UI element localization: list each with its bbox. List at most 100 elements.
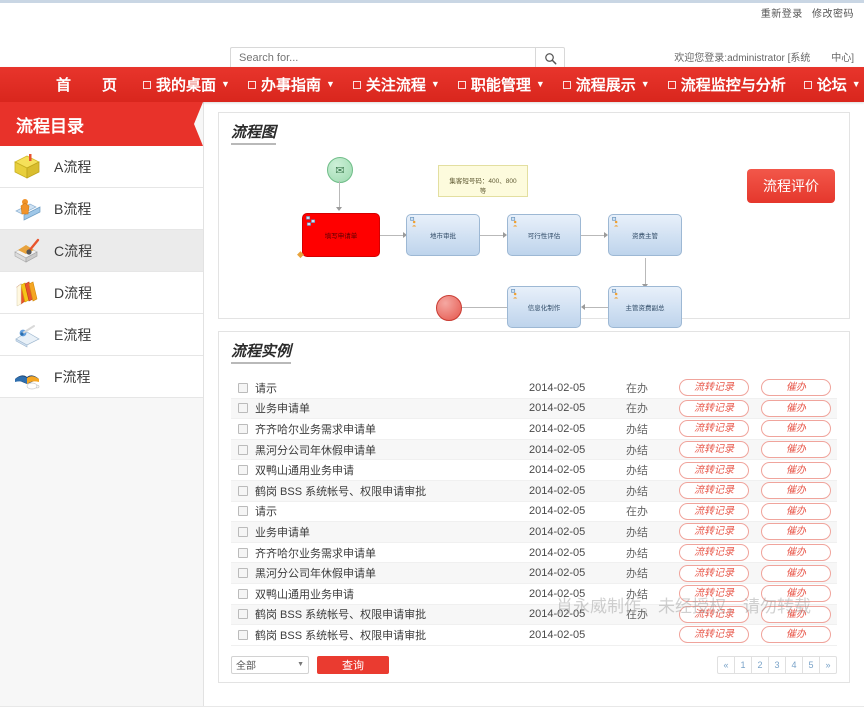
sidebar-item-e[interactable]: E流程: [0, 314, 203, 356]
row-checkbox[interactable]: [238, 403, 248, 414]
row-checkbox[interactable]: [238, 423, 248, 434]
flow-record-button[interactable]: 流转记录: [679, 502, 749, 520]
urge-button[interactable]: 催办: [761, 379, 831, 397]
flow-record-button[interactable]: 流转记录: [679, 441, 749, 459]
change-password-link[interactable]: 修改密码: [812, 9, 854, 20]
nav-item-guide[interactable]: 办事指南 ▼: [239, 67, 344, 102]
row-checkbox[interactable]: [238, 629, 248, 640]
row-date: 2014-02-05: [529, 484, 586, 497]
sidebar-item-c[interactable]: C流程: [0, 230, 203, 272]
page-2-button[interactable]: 2: [752, 655, 769, 674]
search-button[interactable]: [535, 47, 565, 69]
row-name: 请示: [255, 506, 277, 519]
flow-end-node[interactable]: [436, 295, 462, 321]
row-checkbox[interactable]: [238, 444, 248, 455]
flow-record-button[interactable]: 流转记录: [679, 626, 749, 644]
page-prev-button[interactable]: «: [717, 655, 735, 674]
row-checkbox[interactable]: [238, 547, 248, 558]
flow-record-button[interactable]: 流转记录: [679, 564, 749, 582]
urge-button[interactable]: 催办: [761, 420, 831, 438]
nav-item-process-display[interactable]: 流程展示 ▼: [554, 67, 659, 102]
urge-button[interactable]: 催办: [761, 399, 831, 417]
search-input[interactable]: [230, 47, 535, 69]
query-button[interactable]: 查询: [317, 655, 389, 674]
table-row[interactable]: 鹤岗 BSS 系统帐号、权限申请审批 2014-02-05 流转记录 催办: [231, 625, 837, 646]
process-evaluation-button[interactable]: 流程评价: [747, 169, 835, 203]
row-name: 黑河分公司年休假申请单: [255, 568, 376, 581]
urge-button[interactable]: 催办: [761, 564, 831, 582]
table-row[interactable]: 请示 2014-02-05 在办 流转记录 催办: [231, 502, 837, 523]
flow-record-button[interactable]: 流转记录: [679, 585, 749, 603]
urge-button[interactable]: 催办: [761, 441, 831, 459]
flow-record-button[interactable]: 流转记录: [679, 482, 749, 500]
table-row[interactable]: 齐齐哈尔业务需求申请单 2014-02-05 办结 流转记录 催办: [231, 543, 837, 564]
table-row[interactable]: 业务申请单 2014-02-05 办结 流转记录 催办: [231, 522, 837, 543]
urge-button[interactable]: 催办: [761, 482, 831, 500]
flow-node-tariff-manager[interactable]: 资费主管: [608, 214, 682, 256]
page-4-button[interactable]: 4: [786, 655, 803, 674]
page-next-button[interactable]: »: [820, 655, 837, 674]
nav-item-forum[interactable]: 论坛 ▼: [795, 67, 864, 102]
sidebar-item-d[interactable]: D流程: [0, 272, 203, 314]
page-3-button[interactable]: 3: [769, 655, 786, 674]
urge-button[interactable]: 催办: [761, 461, 831, 479]
table-row[interactable]: 齐齐哈尔业务需求申请单 2014-02-05 办结 流转记录 催办: [231, 419, 837, 440]
flow-node-fill-application[interactable]: 填写申请单: [302, 213, 380, 257]
nav-item-followed-process[interactable]: 关注流程 ▼: [344, 67, 449, 102]
flow-node-feasibility[interactable]: 可行性评估: [507, 214, 581, 256]
urge-button[interactable]: 催办: [761, 585, 831, 603]
row-checkbox[interactable]: [238, 506, 248, 517]
table-row[interactable]: 鹤岗 BSS 系统帐号、权限申请审批 2014-02-05 办结 流转记录 催办: [231, 480, 837, 502]
flow-start-node[interactable]: ✉: [327, 157, 353, 183]
urge-button[interactable]: 催办: [761, 626, 831, 644]
row-status: 办结: [626, 588, 648, 601]
chevron-down-icon: ▼: [325, 79, 335, 89]
flow-record-button[interactable]: 流转记录: [679, 399, 749, 417]
row-status: 办结: [626, 423, 648, 436]
table-row[interactable]: 请示 2014-02-05 在办 流转记录 催办: [231, 378, 837, 399]
row-status: 办结: [626, 547, 648, 560]
flow-record-button[interactable]: 流转记录: [679, 605, 749, 623]
user-task-icon: [410, 217, 417, 227]
flow-record-button[interactable]: 流转记录: [679, 379, 749, 397]
table-row[interactable]: 鹤岗 BSS 系统帐号、权限申请审批 2014-02-05 在办 流转记录 催办: [231, 604, 837, 626]
process-instances-title: 流程实例: [231, 340, 292, 364]
table-row[interactable]: 双鸭山通用业务申请 2014-02-05 办结 流转记录 催办: [231, 460, 837, 481]
urge-button[interactable]: 催办: [761, 544, 831, 562]
page-1-button[interactable]: 1: [735, 655, 752, 674]
row-checkbox[interactable]: [238, 609, 248, 620]
flow-node-informatization[interactable]: 信息化制作: [507, 286, 581, 328]
task-icon: [306, 216, 316, 226]
row-checkbox[interactable]: [238, 465, 248, 476]
nav-item-monitoring-analysis[interactable]: 流程监控与分析: [659, 67, 795, 102]
urge-button[interactable]: 催办: [761, 523, 831, 541]
urge-button[interactable]: 催办: [761, 502, 831, 520]
flow-record-button[interactable]: 流转记录: [679, 523, 749, 541]
sidebar-item-a[interactable]: A流程: [0, 146, 203, 188]
table-row[interactable]: 黑河分公司年休假申请单 2014-02-05 办结 流转记录 催办: [231, 563, 837, 584]
row-checkbox[interactable]: [238, 526, 248, 537]
row-checkbox[interactable]: [238, 568, 248, 579]
flow-node-deputy-director[interactable]: 主管资费副总: [608, 286, 682, 328]
row-checkbox[interactable]: [238, 485, 248, 496]
bullet-square-icon: [247, 80, 256, 89]
relogin-link[interactable]: 重新登录: [761, 9, 803, 20]
nav-item-home[interactable]: 首 页: [47, 67, 134, 102]
row-checkbox[interactable]: [238, 588, 248, 599]
flow-record-button[interactable]: 流转记录: [679, 420, 749, 438]
row-checkbox[interactable]: [238, 382, 248, 393]
flow-record-button[interactable]: 流转记录: [679, 461, 749, 479]
sidebar-item-f[interactable]: F流程: [0, 356, 203, 398]
nav-item-my-desktop[interactable]: 我的桌面 ▼: [134, 67, 239, 102]
nav-item-function-management[interactable]: 职能管理 ▼: [449, 67, 554, 102]
page-5-button[interactable]: 5: [803, 655, 820, 674]
table-row[interactable]: 业务申请单 2014-02-05 在办 流转记录 催办: [231, 398, 837, 420]
flow-node-city-approval[interactable]: 地市审批: [406, 214, 480, 256]
status-filter-select[interactable]: 全部 ▼: [231, 655, 309, 674]
sidebar-item-b[interactable]: B流程: [0, 188, 203, 230]
flow-record-button[interactable]: 流转记录: [679, 544, 749, 562]
row-checkbox-cell: [231, 588, 255, 599]
table-row[interactable]: 双鸭山通用业务申请 2014-02-05 办结 流转记录 催办: [231, 584, 837, 605]
table-row[interactable]: 黑河分公司年休假申请单 2014-02-05 办结 流转记录 催办: [231, 439, 837, 461]
urge-button[interactable]: 催办: [761, 605, 831, 623]
